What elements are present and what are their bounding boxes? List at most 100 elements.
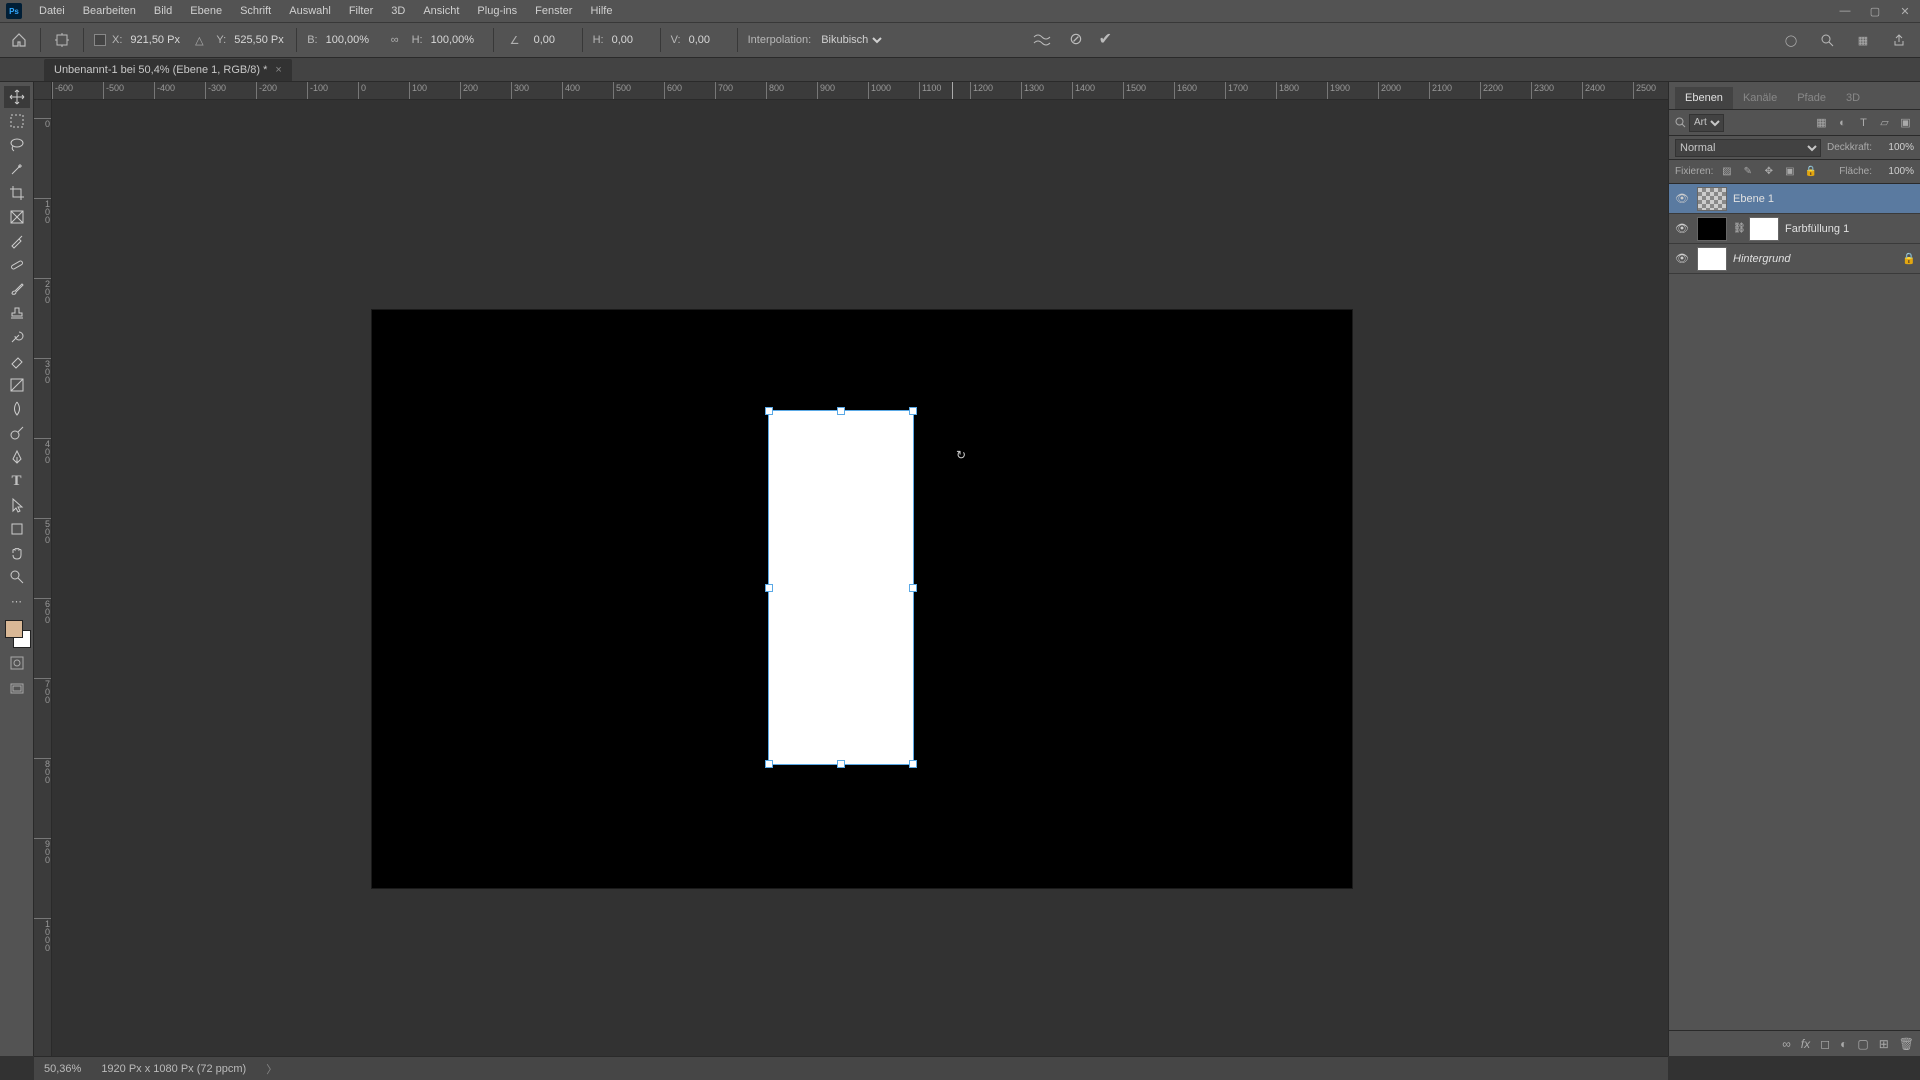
layer-visibility-icon[interactable]: 👁 (1673, 252, 1691, 265)
layer-visibility-icon[interactable]: 👁 (1673, 192, 1691, 205)
eraser-tool[interactable] (4, 350, 30, 372)
interpolation-select[interactable]: Bikubisch (817, 33, 885, 47)
link-wh-icon[interactable]: ∞ (384, 29, 406, 51)
type-tool[interactable]: T (4, 470, 30, 492)
menu-datei[interactable]: Datei (30, 0, 74, 22)
layer-thumbnail[interactable] (1697, 217, 1727, 241)
fill-input[interactable] (1878, 166, 1914, 177)
menu-plug-ins[interactable]: Plug-ins (468, 0, 526, 22)
cancel-transform-button[interactable]: ⊘ (1069, 29, 1082, 51)
transform-tool-icon[interactable] (51, 29, 73, 51)
opacity-input[interactable] (1878, 142, 1914, 153)
dodge-tool[interactable] (4, 422, 30, 444)
frame-tool[interactable] (4, 206, 30, 228)
document-info[interactable]: 1920 Px x 1080 Px (72 ppcm) (101, 1063, 246, 1075)
layer-mask-icon[interactable]: ◻ (1820, 1037, 1830, 1051)
history-brush-tool[interactable] (4, 326, 30, 348)
rotation-input[interactable] (532, 31, 572, 49)
canvas-stage[interactable]: ↻ (52, 100, 1668, 1056)
layer-thumbnail[interactable] (1697, 247, 1727, 271)
lock-artboard-icon[interactable]: ✥ (1761, 164, 1776, 179)
menu-3d[interactable]: 3D (382, 0, 414, 22)
maximize-button[interactable]: ▢ (1860, 0, 1890, 22)
menu-hilfe[interactable]: Hilfe (581, 0, 621, 22)
layer-fx-icon[interactable]: fx (1801, 1037, 1810, 1051)
move-tool[interactable] (4, 86, 30, 108)
hand-tool[interactable] (4, 542, 30, 564)
new-layer-icon[interactable]: ⊞ (1879, 1037, 1889, 1051)
pen-tool[interactable] (4, 446, 30, 468)
menu-ebene[interactable]: Ebene (181, 0, 231, 22)
vertical-ruler[interactable]: 01002003004005006007008009001000 (34, 100, 52, 1056)
lock-nest-icon[interactable]: ▣ (1782, 164, 1797, 179)
panel-tab-pfade[interactable]: Pfade (1787, 87, 1836, 109)
blend-mode-select[interactable]: Normal (1675, 139, 1821, 157)
gradient-tool[interactable] (4, 374, 30, 396)
lock-position-icon[interactable]: ✎ (1740, 164, 1755, 179)
warp-icon[interactable] (1031, 29, 1053, 51)
lock-pixels-icon[interactable]: ▨ (1719, 164, 1734, 179)
layer-filter-type[interactable]: Art (1675, 114, 1724, 132)
horizontal-ruler[interactable]: -600-500-400-300-200-1000100200300400500… (52, 82, 1668, 100)
layer-thumbnail[interactable] (1697, 187, 1727, 211)
blur-tool[interactable] (4, 398, 30, 420)
close-button[interactable]: ✕ (1890, 0, 1920, 22)
layer-mask-thumb[interactable] (1749, 217, 1779, 241)
reference-point-toggle[interactable] (94, 34, 106, 46)
search-icon[interactable] (1816, 29, 1838, 51)
edit-toolbar[interactable]: ⋯ (4, 590, 30, 612)
stamp-tool[interactable] (4, 302, 30, 324)
lasso-tool[interactable] (4, 134, 30, 156)
menu-filter[interactable]: Filter (340, 0, 382, 22)
hskew-input[interactable] (610, 31, 650, 49)
delete-layer-icon[interactable]: 🗑 (1899, 1037, 1914, 1051)
menu-ansicht[interactable]: Ansicht (414, 0, 468, 22)
status-more-icon[interactable]: 〉 (266, 1061, 277, 1077)
quickmask-button[interactable] (4, 652, 30, 674)
swap-xy-icon[interactable]: △ (188, 29, 210, 51)
brush-tool[interactable] (4, 278, 30, 300)
panel-tab-kanäle[interactable]: Kanäle (1733, 87, 1787, 109)
y-input[interactable] (232, 31, 286, 49)
eyedropper-tool[interactable] (4, 230, 30, 252)
menu-schrift[interactable]: Schrift (231, 0, 280, 22)
marquee-tool[interactable] (4, 110, 30, 132)
sync-icon[interactable]: ◯ (1780, 29, 1802, 51)
wand-tool[interactable] (4, 158, 30, 180)
adjustment-layer-icon[interactable]: ◐ (1840, 1037, 1847, 1051)
link-layers-icon[interactable]: ∞ (1782, 1037, 1791, 1051)
path-select-tool[interactable] (4, 494, 30, 516)
zoom-level[interactable]: 50,36% (44, 1063, 81, 1075)
layer-name[interactable]: Ebene 1 (1733, 193, 1916, 205)
filter-smart-icon[interactable]: ▣ (1897, 114, 1914, 131)
heal-tool[interactable] (4, 254, 30, 276)
share-icon[interactable] (1888, 29, 1910, 51)
workspace-icon[interactable]: ▦ (1852, 29, 1874, 51)
color-swatches[interactable] (3, 620, 31, 648)
screenmode-button[interactable] (4, 678, 30, 700)
panel-tab-ebenen[interactable]: Ebenen (1675, 87, 1733, 109)
white-rectangle-layer[interactable] (768, 410, 914, 765)
filter-pixel-icon[interactable]: ▦ (1813, 114, 1830, 131)
layer-row[interactable]: 👁 ⛓ Farbfüllung 1 (1669, 214, 1920, 244)
filter-adjust-icon[interactable]: ◐ (1834, 114, 1851, 131)
layer-visibility-icon[interactable]: 👁 (1673, 222, 1691, 235)
h-input[interactable] (429, 31, 483, 49)
layer-row[interactable]: 👁 Ebene 1 (1669, 184, 1920, 214)
zoom-tool[interactable] (4, 566, 30, 588)
shape-tool[interactable] (4, 518, 30, 540)
close-tab-icon[interactable]: × (275, 64, 281, 76)
minimize-button[interactable]: — (1830, 0, 1860, 22)
menu-bild[interactable]: Bild (145, 0, 181, 22)
menu-bearbeiten[interactable]: Bearbeiten (74, 0, 145, 22)
filter-shape-icon[interactable]: ▱ (1876, 114, 1893, 131)
panel-tab-3d[interactable]: 3D (1836, 87, 1870, 109)
commit-transform-button[interactable]: ✔ (1099, 29, 1112, 51)
layer-group-icon[interactable]: ▢ (1857, 1037, 1868, 1051)
filter-type-icon[interactable]: T (1855, 114, 1872, 131)
crop-tool[interactable] (4, 182, 30, 204)
layer-name[interactable]: Farbfüllung 1 (1785, 223, 1916, 235)
mask-link-icon[interactable]: ⛓ (1733, 223, 1743, 234)
vskew-input[interactable] (687, 31, 727, 49)
menu-auswahl[interactable]: Auswahl (280, 0, 340, 22)
